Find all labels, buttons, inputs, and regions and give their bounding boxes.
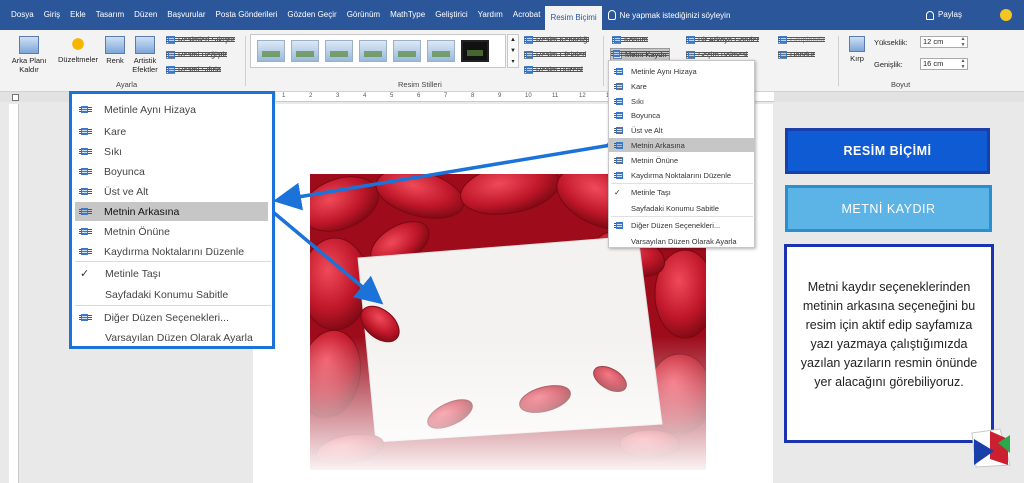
wrap-icon xyxy=(614,97,623,105)
dropdown-separator xyxy=(611,216,753,217)
menu-item-label: Kaydırma Noktalarını Düzenle xyxy=(104,245,245,258)
dropdown-item-label: Metnin Arkasına xyxy=(631,140,685,150)
wrap-text-menu-enlarged: Metinle Aynı Hizaya Kare Sıkı Boyunca Üs… xyxy=(69,91,275,349)
menu-item-label: Metnin Arkasına xyxy=(104,205,180,218)
layout-options-icon xyxy=(79,313,92,323)
menu-item-edit-wrap-points[interactable]: Kaydırma Noktalarını Düzenle xyxy=(75,242,268,261)
wrap-icon xyxy=(79,147,92,157)
dropdown-item-move-with-text[interactable]: ✓ Metinle Taşı xyxy=(609,185,754,199)
menu-item-in-front-of-text[interactable]: Metnin Önüne xyxy=(75,222,268,241)
menu-item-top-bottom[interactable]: Üst ve Alt xyxy=(75,182,268,201)
menu-item-label: Sayfadaki Konumu Sabitle xyxy=(105,288,229,301)
arrow-to-picture xyxy=(271,210,384,305)
title-panel-metni-kaydir: METNİ KAYDIR xyxy=(785,185,992,232)
wrap-icon xyxy=(79,127,92,137)
dropdown-item-behind-text[interactable]: Metnin Arkasına xyxy=(609,138,754,152)
menu-item-behind-text[interactable]: Metnin Arkasına xyxy=(75,202,268,221)
dropdown-item-through[interactable]: Boyunca xyxy=(609,108,754,122)
menu-item-move-with-text[interactable]: ✓ Metinle Taşı xyxy=(75,264,268,283)
wrap-icon xyxy=(79,207,92,217)
menu-item-more-layout-options[interactable]: Diğer Düzen Seçenekleri... xyxy=(75,308,268,327)
dropdown-item-in-front-of-text[interactable]: Metnin Önüne xyxy=(609,153,754,167)
wrap-text-dropdown: Metinle Aynı Hizaya Kare Sıkı Boyunca Üs… xyxy=(608,60,755,248)
dropdown-item-label: Metinle Aynı Hizaya xyxy=(631,66,697,76)
logo-icon xyxy=(971,428,1011,468)
description-text: Metni kaydır seçeneklerinden metinin ark… xyxy=(800,280,978,389)
menu-separator xyxy=(75,305,271,306)
wrap-icon xyxy=(614,171,623,179)
wrap-icon xyxy=(614,156,623,164)
check-icon: ✓ xyxy=(614,187,621,197)
menu-item-label: Üst ve Alt xyxy=(104,185,149,198)
wrap-icon xyxy=(79,187,92,197)
menu-item-label: Boyunca xyxy=(104,165,145,178)
dropdown-item-label: Varsayılan Düzen Olarak Ayarla xyxy=(631,236,737,246)
menu-item-label: Diğer Düzen Seçenekleri... xyxy=(104,311,229,324)
menu-item-label: Kare xyxy=(104,125,127,138)
dropdown-item-edit-wrap-points[interactable]: Kaydırma Noktalarını Düzenle xyxy=(609,168,754,182)
arrow-to-big-menu xyxy=(273,143,612,211)
dropdown-item-label: Sıkı xyxy=(631,96,644,106)
dropdown-item-inline[interactable]: Metinle Aynı Hizaya xyxy=(609,64,754,78)
dropdown-item-square[interactable]: Kare xyxy=(609,79,754,93)
dropdown-item-label: Sayfadaki Konumu Sabitle xyxy=(631,203,719,213)
menu-item-tight[interactable]: Sıkı xyxy=(75,142,268,161)
layout-options-icon xyxy=(614,221,623,229)
menu-item-label: Metinle Aynı Hizaya xyxy=(104,103,197,116)
wrap-icon xyxy=(614,82,623,90)
menu-item-through[interactable]: Boyunca xyxy=(75,162,268,181)
wrap-icon xyxy=(614,141,623,149)
dropdown-item-label: Kaydırma Noktalarını Düzenle xyxy=(631,170,732,180)
dropdown-item-label: Boyunca xyxy=(631,110,661,120)
wrap-icon xyxy=(614,111,623,119)
menu-item-label: Sıkı xyxy=(104,145,123,158)
menu-item-label: Metinle Taşı xyxy=(105,267,161,280)
dropdown-item-label: Metnin Önüne xyxy=(631,155,679,165)
menu-item-label: Varsayılan Düzen Olarak Ayarla xyxy=(105,331,253,344)
wrap-icon xyxy=(79,247,92,257)
menu-item-inline[interactable]: Metinle Aynı Hizaya xyxy=(75,100,268,119)
menu-item-square[interactable]: Kare xyxy=(75,122,268,141)
wrap-icon xyxy=(614,67,623,75)
dropdown-item-label: Metinle Taşı xyxy=(631,187,671,197)
menu-item-set-as-default[interactable]: Varsayılan Düzen Olarak Ayarla xyxy=(75,328,268,347)
dropdown-separator xyxy=(611,183,753,184)
dropdown-item-label: Diğer Düzen Seçenekleri... xyxy=(631,220,721,230)
dropdown-item-set-as-default[interactable]: Varsayılan Düzen Olarak Ayarla xyxy=(609,234,754,248)
dropdown-item-fix-position[interactable]: Sayfadaki Konumu Sabitle xyxy=(609,201,754,215)
title-panel-resim-bicimi: RESİM BİÇİMİ xyxy=(785,128,990,174)
wrap-icon xyxy=(614,126,623,134)
dropdown-item-label: Kare xyxy=(631,81,647,91)
dropdown-item-top-bottom[interactable]: Üst ve Alt xyxy=(609,123,754,137)
menu-item-label: Metnin Önüne xyxy=(104,225,170,238)
menu-separator xyxy=(75,261,271,262)
dropdown-item-label: Üst ve Alt xyxy=(631,125,663,135)
wrap-icon xyxy=(79,105,92,115)
wrap-icon xyxy=(79,227,92,237)
wrap-icon xyxy=(79,167,92,177)
dropdown-item-more-layout-options[interactable]: Diğer Düzen Seçenekleri... xyxy=(609,218,754,232)
menu-item-fix-position[interactable]: Sayfadaki Konumu Sabitle xyxy=(75,285,268,304)
description-panel: Metni kaydır seçeneklerinden metinin ark… xyxy=(784,244,994,443)
dropdown-item-tight[interactable]: Sıkı xyxy=(609,94,754,108)
check-icon: ✓ xyxy=(80,268,90,280)
